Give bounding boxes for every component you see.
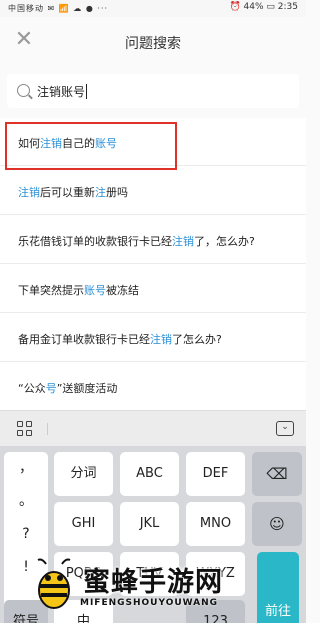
keyword-highlight: 注销 — [150, 333, 172, 346]
status-left: 中国移动 ✉ 📶 ☁ ● ··· — [8, 4, 108, 13]
keyword-highlight: 注销 — [18, 186, 40, 199]
key-pqrs[interactable]: PQRS — [54, 552, 113, 596]
search-input[interactable]: 注销账号 — [37, 83, 88, 100]
key-def[interactable]: DEF — [186, 452, 245, 496]
result-text-segment: ”送额度活动 — [56, 382, 118, 395]
backspace-key[interactable]: ⌫ — [252, 452, 302, 496]
result-text-segment: 后可以重新 — [40, 186, 95, 199]
key-ghi[interactable]: GHI — [54, 502, 113, 546]
result-text: 下单突然提示账号被冻结 — [18, 282, 139, 298]
result-text: “公众号”送额度活动 — [18, 380, 117, 396]
status-right: ⏰ 44% ▭ 2:35 — [229, 2, 298, 12]
keyword-highlight: 号 — [45, 382, 57, 395]
result-item[interactable]: 备用金订单收款银行卡已经注销了怎么办? — [0, 314, 306, 362]
result-item[interactable]: 注销后可以重新注册吗 — [0, 167, 306, 215]
punct-key[interactable]: ， — [4, 452, 48, 485]
punct-key[interactable]: 。 — [4, 485, 48, 518]
key-fenci[interactable]: 分词 — [54, 452, 113, 496]
toolbar-divider — [47, 423, 48, 435]
result-text-segment: 备用金订单收款银行卡已经 — [18, 333, 150, 346]
result-text-segment: 下单突然提示 — [18, 284, 84, 297]
search-input-value: 注销账号 — [37, 85, 86, 99]
number-key[interactable]: 123 — [186, 600, 245, 623]
status-bar: 中国移动 ✉ 📶 ☁ ● ··· ⏰ 44% ▭ 2:35 — [0, 0, 306, 17]
header: ✕ 问题搜索 — [0, 17, 306, 65]
punctuation-column[interactable]: ， 。 ? ! — [4, 452, 48, 620]
result-text-segment: 乐花借钱订单的收款银行卡已经 — [18, 235, 172, 248]
punct-key[interactable]: ! — [4, 551, 48, 584]
result-text-segment: 被冻结 — [106, 284, 139, 297]
grid-menu-icon[interactable] — [17, 421, 33, 437]
text-caret — [86, 84, 88, 99]
search-bar[interactable]: 注销账号 — [7, 74, 299, 108]
keyboard-toolbar: ⌄ — [0, 410, 306, 446]
search-icon — [17, 84, 30, 97]
punct-key[interactable]: ? — [4, 518, 48, 551]
keyword-highlight: 注 — [95, 186, 106, 199]
keyword-highlight: 注销 — [172, 235, 194, 248]
result-text: 备用金订单收款银行卡已经注销了怎么办? — [18, 331, 222, 347]
annotation-highlight-box — [5, 122, 177, 170]
key-wxyz[interactable]: WXYZ — [186, 552, 245, 596]
result-item[interactable]: 乐花借钱订单的收款银行卡已经注销了，怎么办? — [0, 216, 306, 264]
keyboard: ， 。 ? ! 分词 ABC DEF ⌫ GHI JKL MNO ☺ PQRS … — [0, 446, 306, 623]
result-item[interactable]: 下单突然提示账号被冻结 — [0, 265, 306, 313]
result-item[interactable]: “公众号”送额度活动 — [0, 363, 306, 411]
chinese-key[interactable]: 中 — [54, 600, 113, 623]
result-text: 乐花借钱订单的收款银行卡已经注销了，怎么办? — [18, 233, 255, 249]
result-text: 注销后可以重新注册吗 — [18, 184, 128, 200]
key-mno[interactable]: MNO — [186, 502, 245, 546]
result-text-segment: 了怎么办? — [172, 333, 222, 346]
hide-keyboard-icon[interactable]: ⌄ — [276, 421, 294, 436]
page-title: 问题搜索 — [125, 36, 181, 52]
key-tuv[interactable]: TUV — [120, 552, 179, 596]
go-button[interactable]: 前往 — [257, 552, 299, 623]
result-text-segment: 册吗 — [106, 186, 128, 199]
result-text-segment: 了，怎么办? — [194, 235, 255, 248]
key-jkl[interactable]: JKL — [120, 502, 179, 546]
emoji-key[interactable]: ☺ — [252, 502, 302, 546]
keyword-highlight: 账号 — [84, 284, 106, 297]
symbol-key[interactable]: 符号 — [4, 600, 48, 623]
result-text-segment: “公众 — [18, 382, 46, 395]
key-abc[interactable]: ABC — [120, 452, 179, 496]
